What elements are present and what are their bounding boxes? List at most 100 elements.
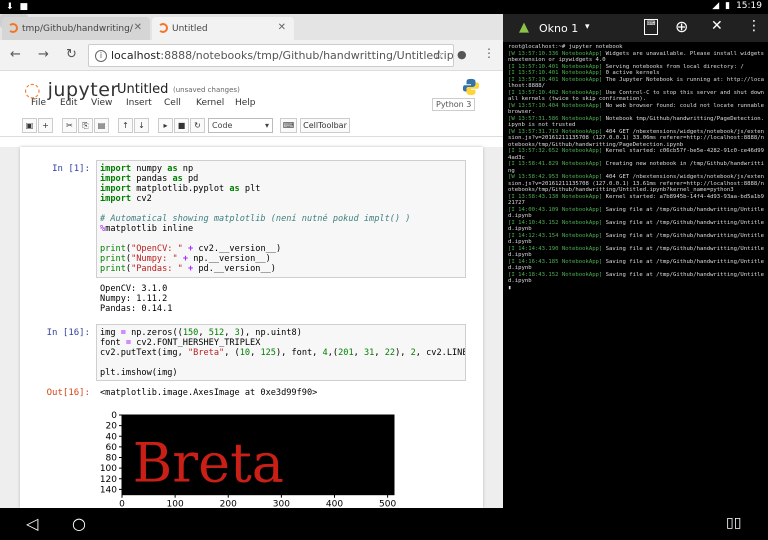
browser-toolbar: ← → ↻ i localhost:8888/notebooks/tmp/Git… xyxy=(0,40,503,71)
y-tick-label: 40 xyxy=(106,432,118,442)
move-up-icon[interactable]: ↑ xyxy=(118,118,133,133)
move-down-icon[interactable]: ↓ xyxy=(134,118,149,133)
navigation-bar: ◁ ○ ▯▯ xyxy=(0,508,768,540)
tab-bar: tmp/Github/handwriting/ ✕ Untitled ✕ xyxy=(0,14,503,40)
notebook-page: In [1]: import numpy as np import pandas… xyxy=(20,147,483,508)
celltoolbar-button[interactable]: CellToolbar xyxy=(300,118,350,133)
back-arrow-icon[interactable]: ← xyxy=(10,47,21,62)
chevron-down-icon: ▾ xyxy=(264,121,269,130)
menu-insert[interactable]: Insert xyxy=(126,98,152,108)
code-cell-2[interactable]: img = np.zeros((150, 512, 3), np.uint8) … xyxy=(96,324,466,381)
kernel-indicator: Python 3 xyxy=(432,98,476,111)
terminal-line: [W 13:57:31.586 NotebookApp] Notebook tm… xyxy=(508,115,764,129)
y-tick-label: 20 xyxy=(106,422,118,432)
more-menu-icon[interactable]: ⋮ xyxy=(747,18,761,34)
image-text: Breta xyxy=(133,431,284,494)
terminal-line: [W 13:58:42.953 NotebookApp] 404 GET /nb… xyxy=(508,174,764,193)
copy-icon[interactable]: ⎘ xyxy=(78,118,93,133)
tab-title: Untitled xyxy=(172,23,208,34)
x-tick-label: 300 xyxy=(273,500,290,508)
terminal-window: ▲ Okno 1 ▾ ⌨ ⊕ ✕ ⋮ root@localhost:~# jup… xyxy=(503,14,768,508)
terminal-line: [I 14:16:43.185 NotebookApp] Saving file… xyxy=(508,258,764,272)
jupyter-favicon-icon xyxy=(8,23,18,33)
keyboard-icon[interactable]: ⌨ xyxy=(644,19,658,35)
url-path: :8888/notebooks/tmp/Github/handwritting/… xyxy=(160,49,454,62)
add-window-icon[interactable]: ⊕ xyxy=(675,17,688,36)
terminal-titlebar: ▲ Okno 1 ▾ ⌨ ⊕ ✕ ⋮ xyxy=(503,14,768,42)
terminal-line: [I 13:57:10.402 NotebookApp] Use Control… xyxy=(508,89,764,103)
terminal-output[interactable]: root@localhost:~# jupyter notebook [W 13:… xyxy=(508,44,766,291)
cut-icon[interactable]: ✂ xyxy=(62,118,77,133)
run-icon[interactable]: ▸ xyxy=(158,118,173,133)
terminal-line: [I 14:12:43.154 NotebookApp] Saving file… xyxy=(508,232,764,246)
y-tick-label: 140 xyxy=(100,485,117,495)
star-icon[interactable]: ☆ xyxy=(433,48,445,63)
y-tick-label: 80 xyxy=(106,454,118,464)
url-host: localhost xyxy=(111,49,161,62)
chevron-down-icon[interactable]: ▾ xyxy=(585,22,590,32)
x-tick-label: 500 xyxy=(379,500,396,508)
menu-file[interactable]: File xyxy=(31,98,46,108)
terminal-line: [I 14:00:43.109 NotebookApp] Saving file… xyxy=(508,206,764,220)
address-bar[interactable]: i localhost:8888/notebooks/tmp/Github/ha… xyxy=(88,44,454,67)
cell-type-select[interactable]: Code ▾ xyxy=(208,118,273,133)
back-nav-icon[interactable]: ◁ xyxy=(26,514,38,533)
tab-title: tmp/Github/handwriting/ xyxy=(22,23,133,34)
terminal-line: [I 13:57:10.401 NotebookApp] The Jupyter… xyxy=(508,76,764,90)
notebook-title[interactable]: Untitled xyxy=(117,82,168,97)
terminal-line: [I 14:10:43.152 NotebookApp] Saving file… xyxy=(508,219,764,233)
android-icon: ▲ xyxy=(519,20,529,35)
terminal-line: [I 13:58:43.138 NotebookApp] Kernel star… xyxy=(508,193,764,207)
terminal-line: [W 13:57:10.336 NotebookApp] Widgets are… xyxy=(508,50,764,64)
status-bar: ⬇ ■ ◢ ▮ 15:19 xyxy=(0,0,768,14)
y-tick-label: 60 xyxy=(106,443,118,453)
terminal-line: [I 14:18:43.152 NotebookApp] Saving file… xyxy=(508,271,764,285)
stop-icon[interactable]: ■ xyxy=(174,118,189,133)
menu-kernel[interactable]: Kernel xyxy=(196,98,224,108)
menu-view[interactable]: View xyxy=(91,98,112,108)
download-icon: ⬇ xyxy=(6,2,14,12)
close-icon[interactable]: ✕ xyxy=(711,18,723,34)
y-tick-label: 100 xyxy=(100,464,117,474)
close-tab-icon[interactable]: ✕ xyxy=(134,22,142,33)
input-prompt: In [1]: xyxy=(52,164,90,174)
code-cell-1[interactable]: import numpy as np import pandas as pd i… xyxy=(96,160,466,278)
insert-cell-icon[interactable]: + xyxy=(38,118,53,133)
close-tab-icon[interactable]: ✕ xyxy=(278,22,286,33)
terminal-cursor: ▮ xyxy=(508,284,512,291)
menu-cell[interactable]: Cell xyxy=(164,98,181,108)
save-icon[interactable]: ▣ xyxy=(22,118,37,133)
info-icon[interactable]: i xyxy=(95,50,107,62)
notification-icon: ■ xyxy=(19,2,29,12)
imshow-plot: Breta0 100 200 300 400 500020406080100120140 xyxy=(100,411,396,508)
x-tick-label: 100 xyxy=(167,500,184,508)
paste-icon[interactable]: ▤ xyxy=(94,118,109,133)
restart-icon[interactable]: ↻ xyxy=(190,118,205,133)
command-palette-icon[interactable]: ⌨ xyxy=(280,118,297,133)
x-tick-label: 0 xyxy=(119,500,125,508)
home-nav-icon[interactable]: ○ xyxy=(72,514,86,533)
menu-help[interactable]: Help xyxy=(235,98,256,108)
terminal-window-title[interactable]: Okno 1 xyxy=(539,22,578,35)
x-tick-label: 400 xyxy=(326,500,343,508)
terminal-line: [W 13:57:31.719 NotebookApp] 404 GET /nb… xyxy=(508,128,764,148)
python-logo-icon xyxy=(462,78,480,96)
tab-handwriting-folder[interactable]: tmp/Github/handwriting/ ✕ xyxy=(2,17,150,40)
forward-arrow-icon[interactable]: → xyxy=(38,47,49,62)
more-menu-icon[interactable]: ⋮ xyxy=(483,46,495,60)
menu-edit[interactable]: Edit xyxy=(60,98,77,108)
terminal-line: [I 13:57:32.652 NotebookApp] Kernel star… xyxy=(508,148,764,161)
cell-1-output: OpenCV: 3.1.0 Numpy: 1.11.2 Pandas: 0.14.1 xyxy=(100,284,173,314)
input-prompt: In [16]: xyxy=(46,328,90,338)
x-tick-label: 200 xyxy=(220,500,237,508)
notebook-toolbar: ▣ + ✂ ⎘ ▤ ↑ ↓ ▸ ■ ↻ Code ▾ ⌨ CellToolbar xyxy=(0,117,503,137)
reload-icon[interactable]: ↻ xyxy=(66,47,77,62)
terminal-line: [I 14:14:43.190 NotebookApp] Saving file… xyxy=(508,245,764,259)
terminal-line: [W 13:57:10.404 NotebookApp] No web brow… xyxy=(508,102,764,116)
signal-icon: ◢ xyxy=(712,1,720,11)
split-screen-icon[interactable]: ▯▯ xyxy=(726,515,741,531)
terminal-line: [I 13:58:41.829 NotebookApp] Creating ne… xyxy=(508,161,764,174)
tab-untitled[interactable]: Untitled ✕ xyxy=(152,17,294,40)
mic-icon[interactable]: ● xyxy=(457,48,467,61)
battery-icon: ▮ xyxy=(725,1,731,11)
